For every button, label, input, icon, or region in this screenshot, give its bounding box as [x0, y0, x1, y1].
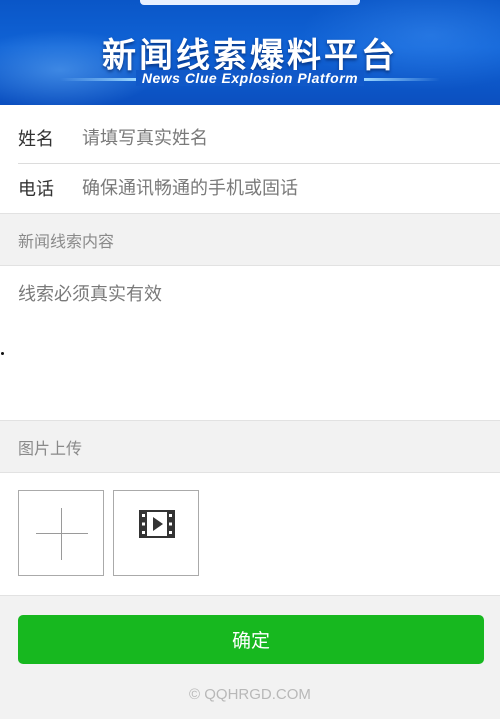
video-icon — [139, 510, 175, 538]
phone-label: 电话 — [18, 179, 54, 200]
upload-section-header: 图片上传 — [0, 420, 500, 473]
phone-input[interactable] — [82, 177, 500, 199]
header-banner: 新闻线索爆料平台 News Clue Explosion Platform — [0, 0, 500, 105]
footer-area: 确定 © QQHRGD.COM — [0, 595, 500, 719]
name-row: 姓名 — [0, 113, 500, 163]
upload-section-title: 图片上传 — [18, 438, 83, 458]
stray-dot — [1, 352, 4, 355]
name-input[interactable] — [82, 127, 500, 149]
content-section-header: 新闻线索内容 — [0, 213, 500, 266]
name-label: 姓名 — [18, 129, 54, 150]
phone-row: 电话 — [0, 163, 500, 213]
confirm-button[interactable]: 确定 — [18, 615, 484, 664]
add-image-button[interactable] — [18, 490, 104, 576]
upload-area — [0, 473, 500, 595]
banner-subtitle-text: News Clue Explosion Platform — [135, 70, 365, 86]
clue-content-textarea[interactable] — [0, 266, 500, 420]
content-section-title: 新闻线索内容 — [18, 231, 115, 251]
banner-subtitle: News Clue Explosion Platform — [0, 70, 500, 86]
add-video-button[interactable] — [113, 490, 199, 576]
copyright-text: © QQHRGD.COM — [189, 686, 311, 703]
